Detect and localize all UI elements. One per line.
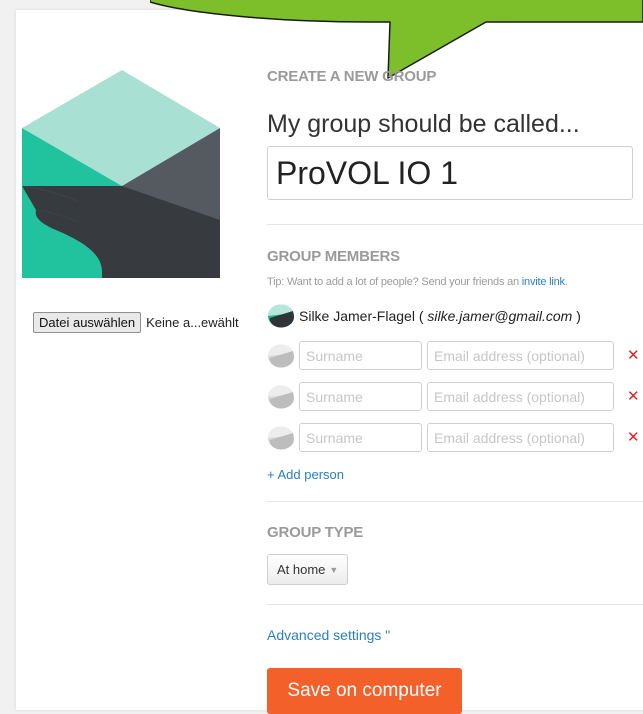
member-row xyxy=(267,341,614,370)
members-tip: Tip: Want to add a lot of people? Send y… xyxy=(267,276,568,288)
file-status: Keine a...ewählt xyxy=(146,315,239,330)
group-type-heading: GROUP TYPE xyxy=(267,524,364,541)
owner-member-row: Silke Jamer-Flagel ( silke.jamer@gmail.c… xyxy=(267,304,581,328)
surname-input[interactable] xyxy=(299,382,422,411)
choose-file-button[interactable]: Datei auswählen xyxy=(33,312,142,333)
app-logo xyxy=(22,70,220,278)
file-upload: Datei auswählen Keine a...ewählt xyxy=(33,312,239,333)
remove-icon[interactable]: ✕ xyxy=(627,346,640,364)
divider xyxy=(267,224,643,225)
member-row xyxy=(267,382,614,411)
owner-name: Silke Jamer-Flagel xyxy=(299,308,415,324)
divider xyxy=(267,604,643,605)
remove-icon[interactable]: ✕ xyxy=(627,387,640,405)
email-input[interactable] xyxy=(427,423,614,452)
remove-icon[interactable]: ✕ xyxy=(627,428,640,446)
divider xyxy=(267,501,643,502)
save-button[interactable]: Save on computer xyxy=(267,668,462,714)
avatar-icon xyxy=(268,344,294,367)
group-name-input[interactable] xyxy=(267,146,633,200)
create-group-heading: CREATE A NEW GROUP xyxy=(267,68,437,85)
group-type-value: At home xyxy=(277,562,326,577)
surname-input[interactable] xyxy=(299,341,422,370)
avatar-icon xyxy=(268,304,294,328)
advanced-settings-link[interactable]: Advanced settings " xyxy=(267,627,390,643)
group-name-prompt: My group should be called... xyxy=(267,110,580,138)
email-input[interactable] xyxy=(427,341,614,370)
member-row xyxy=(267,423,614,452)
owner-email: silke.jamer@gmail.com xyxy=(427,308,573,324)
avatar-icon xyxy=(268,385,294,408)
invite-link[interactable]: invite link xyxy=(522,276,565,288)
caret-down-icon: ▼ xyxy=(329,564,339,575)
add-person-link[interactable]: + Add person xyxy=(267,467,344,482)
avatar-icon xyxy=(268,426,294,449)
surname-input[interactable] xyxy=(299,423,422,452)
email-input[interactable] xyxy=(427,382,614,411)
group-members-heading: GROUP MEMBERS xyxy=(267,248,400,265)
group-type-select[interactable]: At home ▼ xyxy=(267,554,349,585)
speech-callout xyxy=(150,0,643,79)
